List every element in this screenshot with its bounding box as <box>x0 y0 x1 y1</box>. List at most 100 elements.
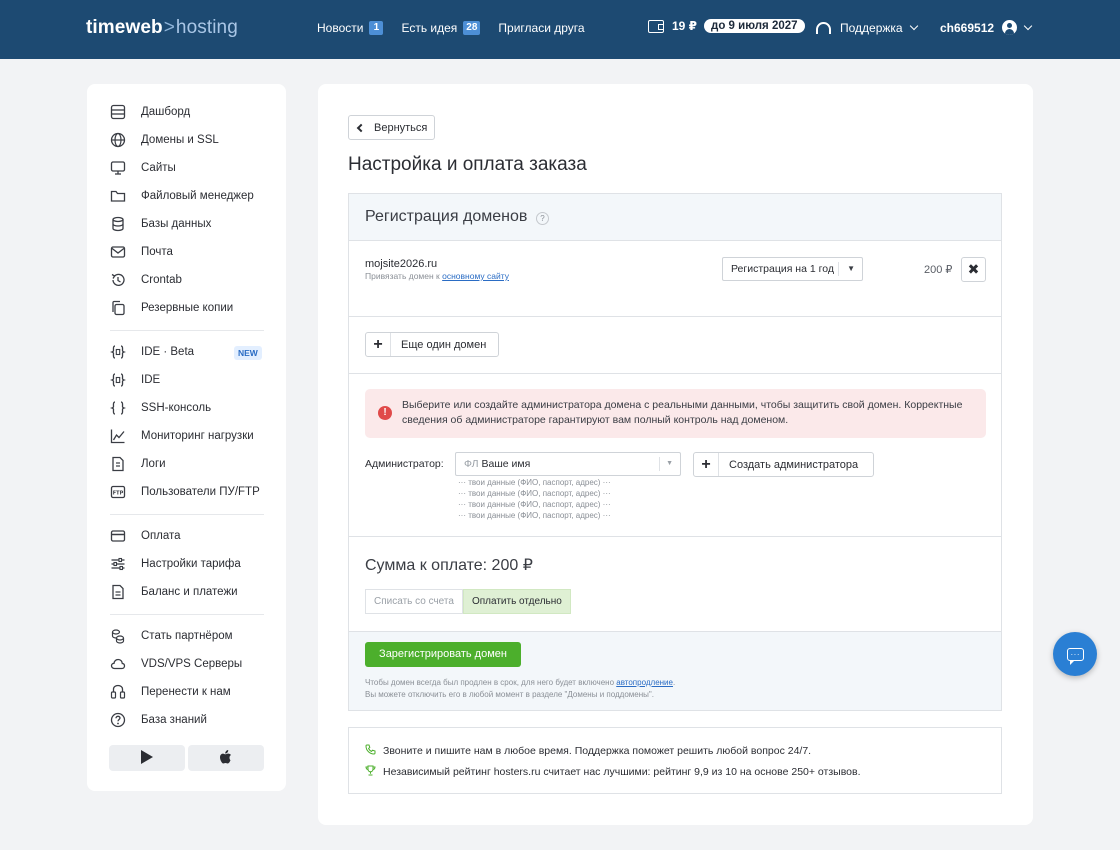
chevron-down-icon <box>909 21 918 31</box>
sidebar-item-label: Логи <box>141 458 166 470</box>
sidebar-divider <box>110 330 264 331</box>
app-store-button[interactable] <box>188 745 264 771</box>
google-play-button[interactable] <box>109 745 185 771</box>
pay-separately-tab[interactable]: Оплатить отдельно <box>462 589 571 614</box>
select-divider <box>838 262 839 276</box>
balance-amount: 19 ₽ <box>672 19 698 33</box>
logo-product: hosting <box>175 17 238 38</box>
register-domain-button[interactable]: Зарегистрировать домен <box>365 642 521 667</box>
autorenew-note: Чтобы домен всегда был продлен в срок, д… <box>365 677 675 701</box>
new-badge: NEW <box>234 346 262 360</box>
close-icon: ✖ <box>967 261 980 277</box>
sidebar-item-label: Пользователи ПУ/FTP <box>141 486 260 498</box>
sidebar-item-ftp-users[interactable]: FTP Пользователи ПУ/FTP <box>110 484 260 500</box>
main-site-link[interactable]: основному сайту <box>442 271 509 281</box>
sidebar-item-label: SSH-консоль <box>141 402 212 414</box>
admin-select[interactable]: ФЛ Ваше имя ▼ <box>455 452 681 476</box>
headset-icon <box>816 22 831 34</box>
add-domain-button[interactable]: + Еще один домен <box>365 332 499 357</box>
help-icon[interactable]: ? <box>536 212 549 225</box>
globe-icon <box>110 132 126 148</box>
sidebar-item-dashboard[interactable]: Дашборд <box>110 104 190 120</box>
note-line1-suffix: . <box>672 678 676 687</box>
admin-option[interactable]: ··· твои данные (ФИО, паспорт, адрес) ··… <box>458 478 611 487</box>
sidebar-item-knowledge[interactable]: База знаний <box>110 712 207 728</box>
sliders-icon <box>110 556 126 572</box>
sidebar-item-payment[interactable]: Оплата <box>110 528 181 544</box>
sidebar-item-label: Стать партнёром <box>141 630 233 642</box>
monitor-icon <box>110 160 126 176</box>
sidebar-item-ide-beta[interactable]: IDE · Beta <box>110 344 194 360</box>
nav-idea-label: Есть идея <box>401 21 458 35</box>
admin-option[interactable]: ··· твои данные (ФИО, паспорт, адрес) ··… <box>458 511 611 520</box>
sidebar-item-label: Баланс и платежи <box>141 586 238 598</box>
chevron-down-icon <box>1023 21 1033 30</box>
google-play-icon <box>140 749 154 768</box>
support-menu[interactable]: Поддержка <box>816 21 918 35</box>
nav-news[interactable]: Новости 1 <box>317 21 384 35</box>
info-box: Звоните и пишите нам в любое время. Подд… <box>348 727 1002 794</box>
nav-invite[interactable]: Пригласи друга <box>498 21 584 35</box>
sidebar-item-balance[interactable]: Баланс и платежи <box>110 584 238 600</box>
sidebar-item-label: Сайты <box>141 162 176 174</box>
balance-widget[interactable]: 19 ₽ до 9 июля 2027 <box>648 19 805 33</box>
chat-button[interactable]: ··· <box>1053 632 1097 676</box>
divider <box>349 316 1001 317</box>
domain-registration-form: Регистрация доменов ? mojsite2026.ru При… <box>348 193 1002 711</box>
sidebar-item-file-manager[interactable]: Файловый менеджер <box>110 188 254 204</box>
sidebar-item-ide[interactable]: IDE <box>110 372 160 388</box>
cloud-icon <box>110 656 126 672</box>
sidebar-item-crontab[interactable]: Crontab <box>110 272 182 288</box>
top-bar: timeweb>hosting Новости 1 Есть идея 28 П… <box>0 0 1120 59</box>
pay-from-balance-tab[interactable]: Списать со счета <box>365 589 463 614</box>
sidebar-item-label: Резервные копии <box>141 302 234 314</box>
sidebar-item-label: Базы данных <box>141 218 212 230</box>
create-admin-button[interactable]: + Создать администратора <box>693 452 874 477</box>
select-divider <box>659 457 660 471</box>
username: ch669512 <box>940 20 995 35</box>
admin-option[interactable]: ··· твои данные (ФИО, паспорт, адрес) ··… <box>458 500 611 509</box>
logo-brand: timeweb <box>86 17 163 38</box>
sidebar-item-transfer[interactable]: Перенести к нам <box>110 684 231 700</box>
coins-icon <box>110 628 126 644</box>
ide-icon <box>110 344 126 360</box>
user-menu[interactable]: ch669512 <box>940 20 1033 35</box>
domain-price: 200 ₽ <box>924 264 953 276</box>
nav-invite-label: Пригласи друга <box>498 21 585 35</box>
support-info: Звоните и пишите нам в любое время. Подд… <box>365 744 811 758</box>
sidebar-item-logs[interactable]: Логи <box>110 456 166 472</box>
sidebar-item-ssh[interactable]: SSH-консоль <box>110 400 211 416</box>
period-select[interactable]: Регистрация на 1 год ▼ <box>722 257 863 281</box>
nav-idea[interactable]: Есть идея 28 <box>401 21 481 35</box>
page-title: Настройка и оплата заказа <box>348 154 587 175</box>
note-line1-prefix: Чтобы домен всегда был продлен в срок, д… <box>365 678 615 687</box>
sidebar-item-label: Оплата <box>141 530 181 542</box>
autorenew-link[interactable]: автопродление <box>616 678 673 687</box>
sidebar-item-backups[interactable]: Резервные копии <box>110 300 233 316</box>
domain-bind-prefix: Привязать домен к <box>365 271 440 281</box>
sidebar-item-tariff[interactable]: Настройки тарифа <box>110 556 241 572</box>
remove-domain-button[interactable]: ✖ <box>961 257 986 282</box>
avatar-icon <box>1002 20 1018 35</box>
apple-icon <box>219 749 233 768</box>
sidebar-item-domains[interactable]: Домены и SSL <box>110 132 219 148</box>
logo[interactable]: timeweb>hosting <box>86 17 238 39</box>
support-info-text: Звоните и пишите нам в любое время. Подд… <box>383 745 812 757</box>
sidebar-item-label: Дашборд <box>141 106 191 118</box>
alert-text: Выберите или создайте администратора дом… <box>402 399 963 426</box>
sidebar-item-vds[interactable]: VDS/VPS Серверы <box>110 656 242 672</box>
nav-idea-badge: 28 <box>463 21 481 35</box>
sidebar-item-mail[interactable]: Почта <box>110 244 173 260</box>
admin-option[interactable]: ··· твои данные (ФИО, паспорт, адрес) ··… <box>458 489 611 498</box>
folder-icon <box>110 188 126 204</box>
chevron-left-icon <box>356 123 366 132</box>
register-section: Зарегистрировать домен Чтобы домен всегд… <box>349 631 1001 710</box>
sidebar-item-sites[interactable]: Сайты <box>110 160 176 176</box>
sidebar-item-partner[interactable]: Стать партнёром <box>110 628 233 644</box>
dashboard-icon <box>110 104 126 120</box>
back-button[interactable]: Вернуться <box>348 115 435 140</box>
sidebar-item-databases[interactable]: Базы данных <box>110 216 211 232</box>
sidebar-divider <box>110 514 264 515</box>
mail-icon <box>110 244 126 260</box>
sidebar-item-monitoring[interactable]: Мониторинг нагрузки <box>110 428 254 444</box>
